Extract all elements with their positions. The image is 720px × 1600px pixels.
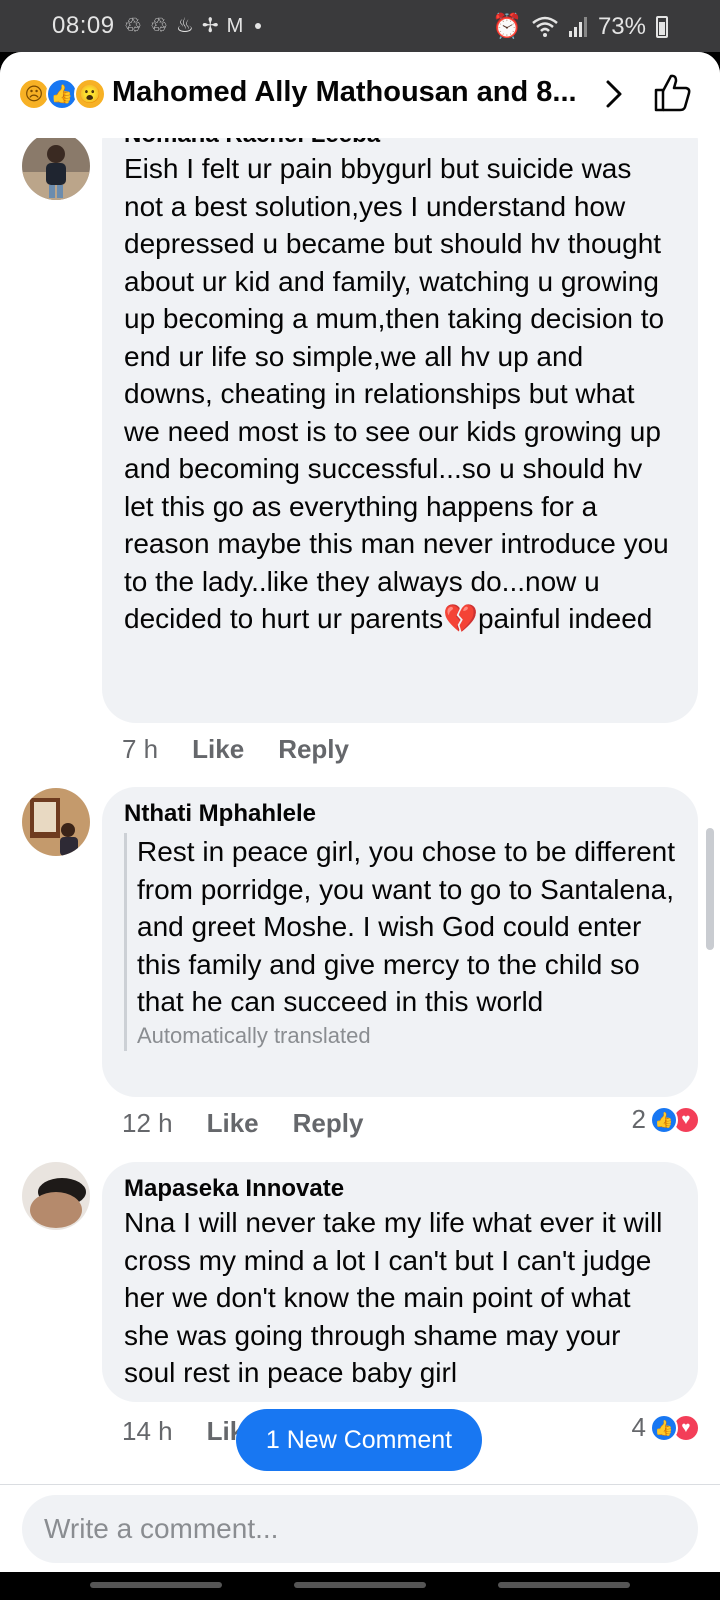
scrollbar-thumb[interactable]: [706, 828, 714, 950]
like-reaction-icon: 👍: [650, 1105, 678, 1134]
wifi-icon: [532, 16, 558, 37]
wow-reaction-icon: 😮: [74, 78, 106, 110]
alarm-icon: ⏰: [492, 13, 522, 40]
avatar[interactable]: [22, 788, 90, 856]
like-button[interactable]: Like: [207, 1108, 259, 1139]
comments-list[interactable]: Nomana Rachel Leeba Eish I felt ur pain …: [0, 138, 720, 1498]
comment-time[interactable]: 12 h: [122, 1108, 173, 1139]
reply-button[interactable]: Reply: [278, 734, 349, 765]
comment-text: Eish I felt ur pain bbygurl but suicide …: [124, 150, 676, 638]
status-time: 08:09: [52, 12, 115, 39]
status-right: ⏰ 73%: [492, 12, 668, 41]
new-comment-button[interactable]: 1 New Comment: [236, 1409, 482, 1471]
avatar-image: [22, 1162, 90, 1230]
like-button[interactable]: Like: [192, 734, 244, 765]
comment-bubble[interactable]: Mapaseka Innovate Nna I will never take …: [102, 1162, 698, 1402]
comment-author[interactable]: Nomana Rachel Leeba: [124, 138, 676, 150]
notification-icon: ♨: [175, 15, 194, 37]
avatar-image: [22, 788, 90, 856]
comment-bubble[interactable]: Nthati Mphahlele Rest in peace girl, you…: [102, 787, 698, 1097]
sync-icon: ♲: [124, 15, 142, 37]
comment-input[interactable]: [22, 1495, 698, 1563]
gmail-icon: M: [226, 15, 244, 37]
reactions-header[interactable]: ☹ 👍 😮 Mahomed Ally Mathousan and 8...: [0, 52, 720, 138]
fan-icon: ✢: [201, 15, 219, 37]
comment-time[interactable]: 7 h: [122, 734, 158, 765]
comment-author[interactable]: Nthati Mphahlele: [124, 799, 676, 829]
comment-actions: 7 h Like Reply: [122, 734, 349, 765]
reaction-count[interactable]: 4 👍 ♥: [632, 1412, 700, 1443]
reaction-summary[interactable]: ☹ 👍 😮: [18, 78, 108, 110]
comment-text: Rest in peace girl, you chose to be diff…: [137, 836, 676, 1017]
nav-back[interactable]: [498, 1582, 630, 1588]
avatar-image: [22, 138, 90, 200]
nav-recents[interactable]: [90, 1582, 222, 1588]
reactors-title[interactable]: Mahomed Ally Mathousan and 8...: [112, 76, 582, 109]
translated-block: Rest in peace girl, you chose to be diff…: [124, 833, 676, 1051]
battery-icon: [656, 15, 668, 38]
avatar[interactable]: [22, 138, 90, 200]
comment-composer: [0, 1484, 720, 1572]
broken-heart-emoji: 💔: [443, 603, 478, 634]
battery-percent: 73%: [597, 12, 646, 40]
comment-time[interactable]: 14 h: [122, 1416, 173, 1447]
signal-icon: [568, 16, 587, 37]
reaction-count[interactable]: 2 👍 ♥: [632, 1104, 700, 1135]
reaction-count-number: 4: [631, 1412, 646, 1442]
status-bar: 08:09 ♲ ♲ ♨ ✢ M ⏰ 73%: [0, 0, 720, 52]
translation-note[interactable]: Automatically translated: [137, 1021, 676, 1051]
comment-text-body: Eish I felt ur pain bbygurl but suicide …: [124, 153, 669, 634]
comment-author[interactable]: Mapaseka Innovate: [124, 1174, 676, 1204]
comment-actions: 12 h Like Reply: [122, 1108, 363, 1139]
more-dot-icon: [255, 23, 262, 29]
system-nav-bar: [0, 1572, 720, 1600]
sync-icon: ♲: [149, 15, 168, 37]
reaction-count-number: 2: [631, 1104, 646, 1134]
like-icon[interactable]: [652, 72, 692, 114]
avatar[interactable]: [22, 1162, 90, 1230]
chevron-right-icon[interactable]: [596, 74, 632, 114]
comment-text: Nna I will never take my life what ever …: [124, 1207, 663, 1388]
notification-icons: ♲ ♲ ♨ ✢ M: [124, 13, 262, 39]
nav-home[interactable]: [294, 1582, 426, 1588]
comment-text-end: painful indeed: [477, 603, 653, 634]
like-reaction-icon: 👍: [650, 1413, 678, 1442]
reply-button[interactable]: Reply: [293, 1108, 364, 1139]
comments-sheet: ☹ 👍 😮 Mahomed Ally Mathousan and 8... No…: [0, 52, 720, 1572]
comment-bubble[interactable]: Nomana Rachel Leeba Eish I felt ur pain …: [102, 138, 698, 723]
